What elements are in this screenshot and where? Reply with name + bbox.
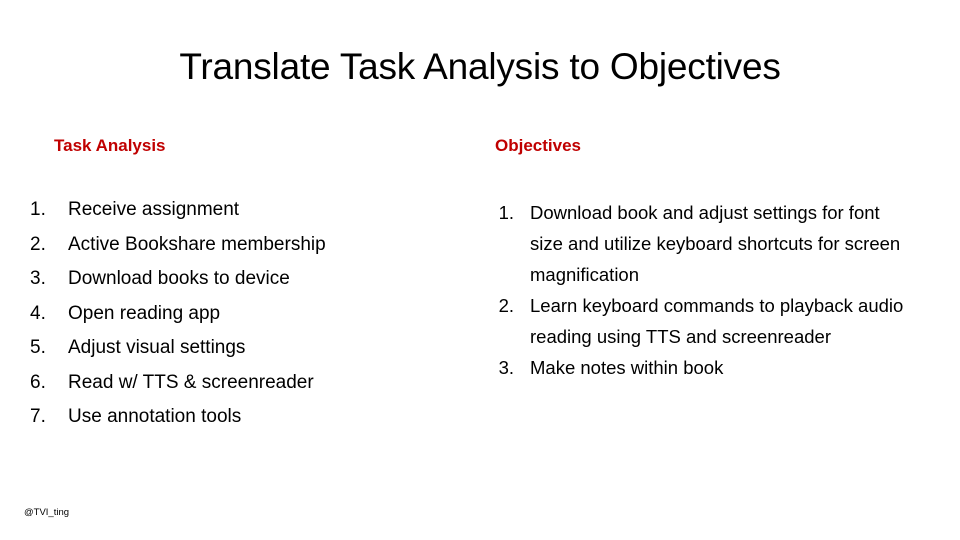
list-item-marker: 2. bbox=[30, 233, 46, 255]
list-item-marker: 3. bbox=[30, 268, 46, 289]
list-item-marker: 3. bbox=[498, 357, 514, 378]
list-item: 1. Receive assignment bbox=[30, 193, 470, 228]
list-item-text: Receive assignment bbox=[68, 199, 240, 220]
objectives-column: Objectives 1. Download book and adjust s… bbox=[490, 135, 940, 383]
list-item: 7. Use annotation tools bbox=[30, 400, 470, 435]
task-analysis-heading: Task Analysis bbox=[54, 136, 166, 155]
task-analysis-column: Task Analysis 1. Receive assignment 2. A… bbox=[30, 135, 470, 435]
page-title: Translate Task Analysis to Objectives bbox=[179, 46, 781, 87]
list-item-marker: 1. bbox=[498, 202, 514, 223]
list-item: 3. Download books to device bbox=[30, 262, 470, 297]
list-item-text: Active Bookshare membership bbox=[68, 233, 326, 255]
list-item-marker: 5. bbox=[30, 337, 46, 358]
list-item: 4. Open reading app bbox=[30, 297, 470, 332]
list-item-text: Open reading app bbox=[68, 302, 221, 324]
presentation-slide: Translate Task Analysis to Objectives Ta… bbox=[0, 0, 960, 540]
objectives-list: 1. Download book and adjust settings for… bbox=[490, 197, 940, 383]
list-item-text: Learn keyboard commands to playback audi… bbox=[530, 295, 904, 347]
list-item-text: Read w/ TTS & screenreader bbox=[68, 371, 314, 393]
list-item-marker: 6. bbox=[30, 371, 46, 393]
objectives-heading: Objectives bbox=[495, 136, 581, 155]
list-item-text: Download books to device bbox=[68, 268, 290, 289]
list-item: 2. Active Bookshare membership bbox=[30, 228, 470, 263]
list-item-text: Make notes within book bbox=[530, 357, 724, 378]
list-item: 1. Download book and adjust settings for… bbox=[490, 197, 940, 290]
list-item-marker: 2. bbox=[498, 295, 514, 316]
list-item-text: Download book and adjust settings for fo… bbox=[530, 202, 901, 285]
list-item-marker: 1. bbox=[30, 199, 46, 220]
list-item: 5. Adjust visual settings bbox=[30, 331, 470, 366]
task-analysis-list: 1. Receive assignment 2. Active Bookshar… bbox=[30, 193, 470, 435]
list-item: 6. Read w/ TTS & screenreader bbox=[30, 366, 470, 401]
list-item: 3. Make notes within book bbox=[490, 352, 940, 383]
list-item: 2. Learn keyboard commands to playback a… bbox=[490, 290, 940, 352]
list-item-text: Use annotation tools bbox=[68, 406, 242, 427]
list-item-text: Adjust visual settings bbox=[68, 337, 246, 358]
author-handle: @TVI_ting bbox=[24, 507, 70, 518]
list-item-marker: 7. bbox=[30, 406, 46, 427]
list-item-marker: 4. bbox=[30, 302, 46, 324]
